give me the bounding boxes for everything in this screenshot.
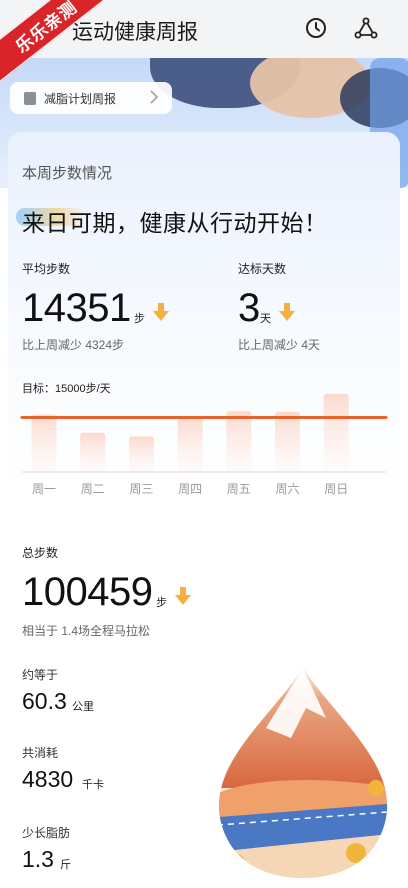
bar-周五 xyxy=(226,411,252,472)
x-tick-label: 周六 xyxy=(275,482,299,496)
bar-周三 xyxy=(128,436,154,472)
avg-steps-label: 平均步数 xyxy=(22,262,71,276)
distance-label: 约等于 xyxy=(22,668,59,682)
fat-label: 少长脂肪 xyxy=(22,826,71,840)
section-label: 本周步数情况 xyxy=(22,165,113,182)
bar-周日 xyxy=(323,393,349,472)
goal-days-compare: 比上周减少 4天 xyxy=(238,338,321,352)
total-steps-unit: 步 xyxy=(156,597,167,609)
weekly-steps-chart: 周一 周二 周三 周四 周五 周六 周日 xyxy=(20,393,388,496)
slogan: 来日可期，健康从行动开始！ xyxy=(22,210,328,236)
total-steps-value: 100459 xyxy=(22,570,153,614)
down-arrow-icon xyxy=(278,302,296,327)
page-title: 运动健康周报 xyxy=(72,21,198,44)
calories-value: 4830 xyxy=(22,766,74,792)
total-steps-label: 总步数 xyxy=(22,546,59,560)
x-tick-label: 周二 xyxy=(81,482,105,496)
avg-steps-compare: 比上周减少 4324步 xyxy=(22,338,125,352)
x-tick-label: 周一 xyxy=(32,482,56,496)
plan-chip-label: 减脂计划周报 xyxy=(44,91,117,106)
report-icon xyxy=(24,91,36,105)
fat-value: 1.3 xyxy=(22,846,54,872)
goal-days-value: 3 xyxy=(238,286,260,330)
clock-icon[interactable] xyxy=(304,16,328,40)
share-icon[interactable] xyxy=(354,16,378,40)
down-arrow-icon xyxy=(152,302,170,327)
fat-loss-plan-chip[interactable]: 减脂计划周报 xyxy=(10,82,172,114)
avg-steps-unit: 步 xyxy=(134,313,145,325)
bar-周四 xyxy=(177,416,203,472)
bar-周一 xyxy=(31,414,57,472)
x-tick-label: 周五 xyxy=(227,482,251,496)
bar-周二 xyxy=(80,432,106,472)
avg-steps-value: 14351 xyxy=(22,286,131,330)
mountain-illustration xyxy=(218,668,388,878)
distance-value: 60.3 xyxy=(22,688,67,714)
chevron-right-icon xyxy=(150,90,159,107)
goal-days-label: 达标天数 xyxy=(238,262,287,276)
distance-unit: 公里 xyxy=(72,701,94,713)
x-tick-label: 周四 xyxy=(178,482,202,496)
down-arrow-icon xyxy=(174,586,192,611)
bar-周六 xyxy=(275,412,300,472)
fat-unit: 斤 xyxy=(60,859,71,871)
marathon-equivalent: 相当于 1.4场全程马拉松 xyxy=(22,624,151,638)
x-tick-label: 周日 xyxy=(324,482,348,496)
calories-unit: 千卡 xyxy=(82,779,104,791)
weekly-report-card: 本周步数情况 来日可期，健康从行动开始！ 平均步数 14351 步 比上周减少 … xyxy=(8,132,400,888)
goal-days-unit: 天 xyxy=(260,313,271,325)
calories-label: 共消耗 xyxy=(22,746,59,760)
x-tick-label: 周三 xyxy=(129,482,153,496)
